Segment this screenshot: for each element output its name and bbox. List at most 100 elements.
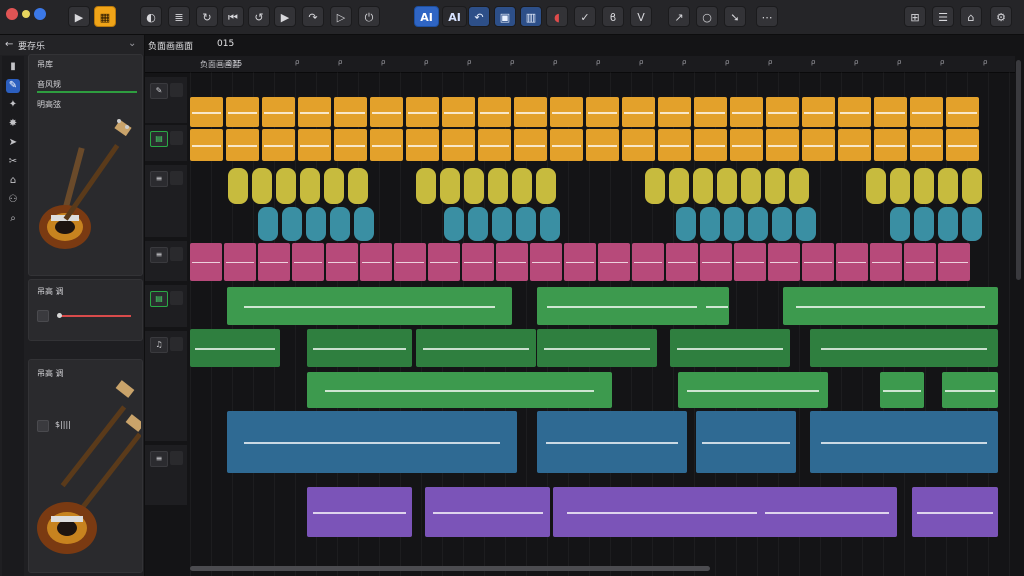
- audio-region[interactable]: [492, 207, 512, 241]
- audio-region[interactable]: [693, 168, 713, 204]
- audio-region[interactable]: [226, 129, 259, 161]
- more-button[interactable]: ⋯: [756, 6, 778, 27]
- audio-region[interactable]: [530, 243, 562, 281]
- keys-icon[interactable]: ≡: [150, 247, 168, 263]
- audio-region[interactable]: [370, 97, 403, 127]
- audio-region[interactable]: [717, 168, 737, 204]
- audio-region[interactable]: [514, 97, 547, 127]
- audio-region[interactable]: [768, 243, 800, 281]
- audio-region[interactable]: [658, 97, 691, 127]
- wrench-icon[interactable]: ✎: [150, 83, 168, 99]
- forward-button[interactable]: ▷: [330, 6, 352, 27]
- audio-region[interactable]: [586, 97, 619, 127]
- audio-region[interactable]: [276, 168, 296, 204]
- vertical-scrollbar[interactable]: [1016, 60, 1021, 280]
- audio-region[interactable]: [870, 243, 902, 281]
- slider-handle[interactable]: [57, 313, 62, 318]
- audio-region[interactable]: [757, 487, 897, 537]
- arrow-button[interactable]: ➘: [724, 6, 746, 27]
- audio-region[interactable]: [914, 207, 934, 241]
- audio-region[interactable]: [622, 129, 655, 161]
- audio-region[interactable]: [298, 129, 331, 161]
- audio-region[interactable]: [890, 207, 910, 241]
- audio-region[interactable]: [783, 287, 998, 325]
- ruler-marker[interactable]: ρ: [940, 58, 944, 66]
- audio-region[interactable]: [226, 97, 259, 127]
- audio-region[interactable]: [512, 168, 532, 204]
- bass-icon[interactable]: ♫: [150, 337, 168, 353]
- audio-region[interactable]: [550, 129, 583, 161]
- audio-region[interactable]: [810, 411, 998, 473]
- audio-region[interactable]: [765, 168, 785, 204]
- audio-region[interactable]: [190, 329, 280, 367]
- audio-region[interactable]: [488, 168, 508, 204]
- ruler-marker[interactable]: ρ: [381, 58, 385, 66]
- audio-region[interactable]: [425, 487, 550, 537]
- audio-region[interactable]: [838, 97, 871, 127]
- ruler-marker[interactable]: ρ: [682, 58, 686, 66]
- audio-region[interactable]: [227, 287, 512, 325]
- audio-region[interactable]: [334, 97, 367, 127]
- share-button[interactable]: ↗: [668, 6, 690, 27]
- audio-region[interactable]: [514, 129, 547, 161]
- audio-region[interactable]: [537, 329, 657, 367]
- audio-region[interactable]: [962, 207, 982, 241]
- track-header[interactable]: ≡: [145, 445, 187, 505]
- audio-region[interactable]: [705, 287, 729, 325]
- audio-region[interactable]: [946, 129, 979, 161]
- mixer-button[interactable]: ≣: [168, 6, 190, 27]
- audio-region[interactable]: [478, 97, 511, 127]
- chevron-down-icon[interactable]: ⌄: [128, 38, 136, 49]
- audio-region[interactable]: [536, 168, 556, 204]
- audio-region[interactable]: [464, 168, 484, 204]
- window-button[interactable]: ⊞: [904, 6, 926, 27]
- undo-button[interactable]: ↶: [468, 6, 490, 27]
- ruler-marker[interactable]: ρ: [768, 58, 772, 66]
- audio-region[interactable]: [700, 243, 732, 281]
- audio-region[interactable]: [772, 207, 792, 241]
- audio-region[interactable]: [874, 129, 907, 161]
- zoom-icon[interactable]: ⌕: [6, 212, 20, 226]
- audio-region[interactable]: [326, 243, 358, 281]
- audio-region[interactable]: [324, 168, 344, 204]
- audio-region[interactable]: [440, 168, 460, 204]
- track-header[interactable]: ♫: [145, 331, 187, 441]
- audio-region[interactable]: [946, 97, 979, 127]
- instrument-card[interactable]: 吊库 音风规 明高弦: [28, 54, 143, 276]
- audio-region[interactable]: [258, 243, 290, 281]
- audio-region[interactable]: [190, 129, 223, 161]
- ruler-marker[interactable]: ρ: [424, 58, 428, 66]
- audio-region[interactable]: [444, 207, 464, 241]
- drum-icon[interactable]: ▤: [150, 131, 168, 147]
- settings-button[interactable]: ⚙: [990, 6, 1012, 27]
- audio-region[interactable]: [670, 329, 790, 367]
- list-button[interactable]: ☰: [932, 6, 954, 27]
- audio-region[interactable]: [190, 243, 222, 281]
- audio-region[interactable]: [586, 129, 619, 161]
- track-toggle[interactable]: [170, 247, 183, 261]
- edit-button[interactable]: ▣: [494, 6, 516, 27]
- audio-region[interactable]: [938, 168, 958, 204]
- audio-region[interactable]: [910, 129, 943, 161]
- audio-region[interactable]: [416, 168, 436, 204]
- track-toggle[interactable]: [170, 83, 183, 97]
- audio-region[interactable]: [838, 129, 871, 161]
- play-button-button[interactable]: ▶: [274, 6, 296, 27]
- audio-region[interactable]: [334, 129, 367, 161]
- audio-region[interactable]: [370, 129, 403, 161]
- close-window-button[interactable]: [6, 8, 18, 20]
- audio-region[interactable]: [741, 168, 761, 204]
- audio-region[interactable]: [890, 168, 910, 204]
- audio-region[interactable]: [910, 97, 943, 127]
- record-button[interactable]: ◖: [546, 6, 568, 27]
- audio-region[interactable]: [962, 168, 982, 204]
- audio-region[interactable]: [669, 168, 689, 204]
- audio-region[interactable]: [802, 97, 835, 127]
- audio-region[interactable]: [874, 97, 907, 127]
- ruler-marker[interactable]: ρ: [596, 58, 600, 66]
- track-header[interactable]: ▤: [145, 285, 187, 327]
- track-toggle[interactable]: [170, 131, 183, 145]
- audio-region[interactable]: [666, 243, 698, 281]
- track-toggle[interactable]: [170, 337, 183, 351]
- audio-region[interactable]: [262, 129, 295, 161]
